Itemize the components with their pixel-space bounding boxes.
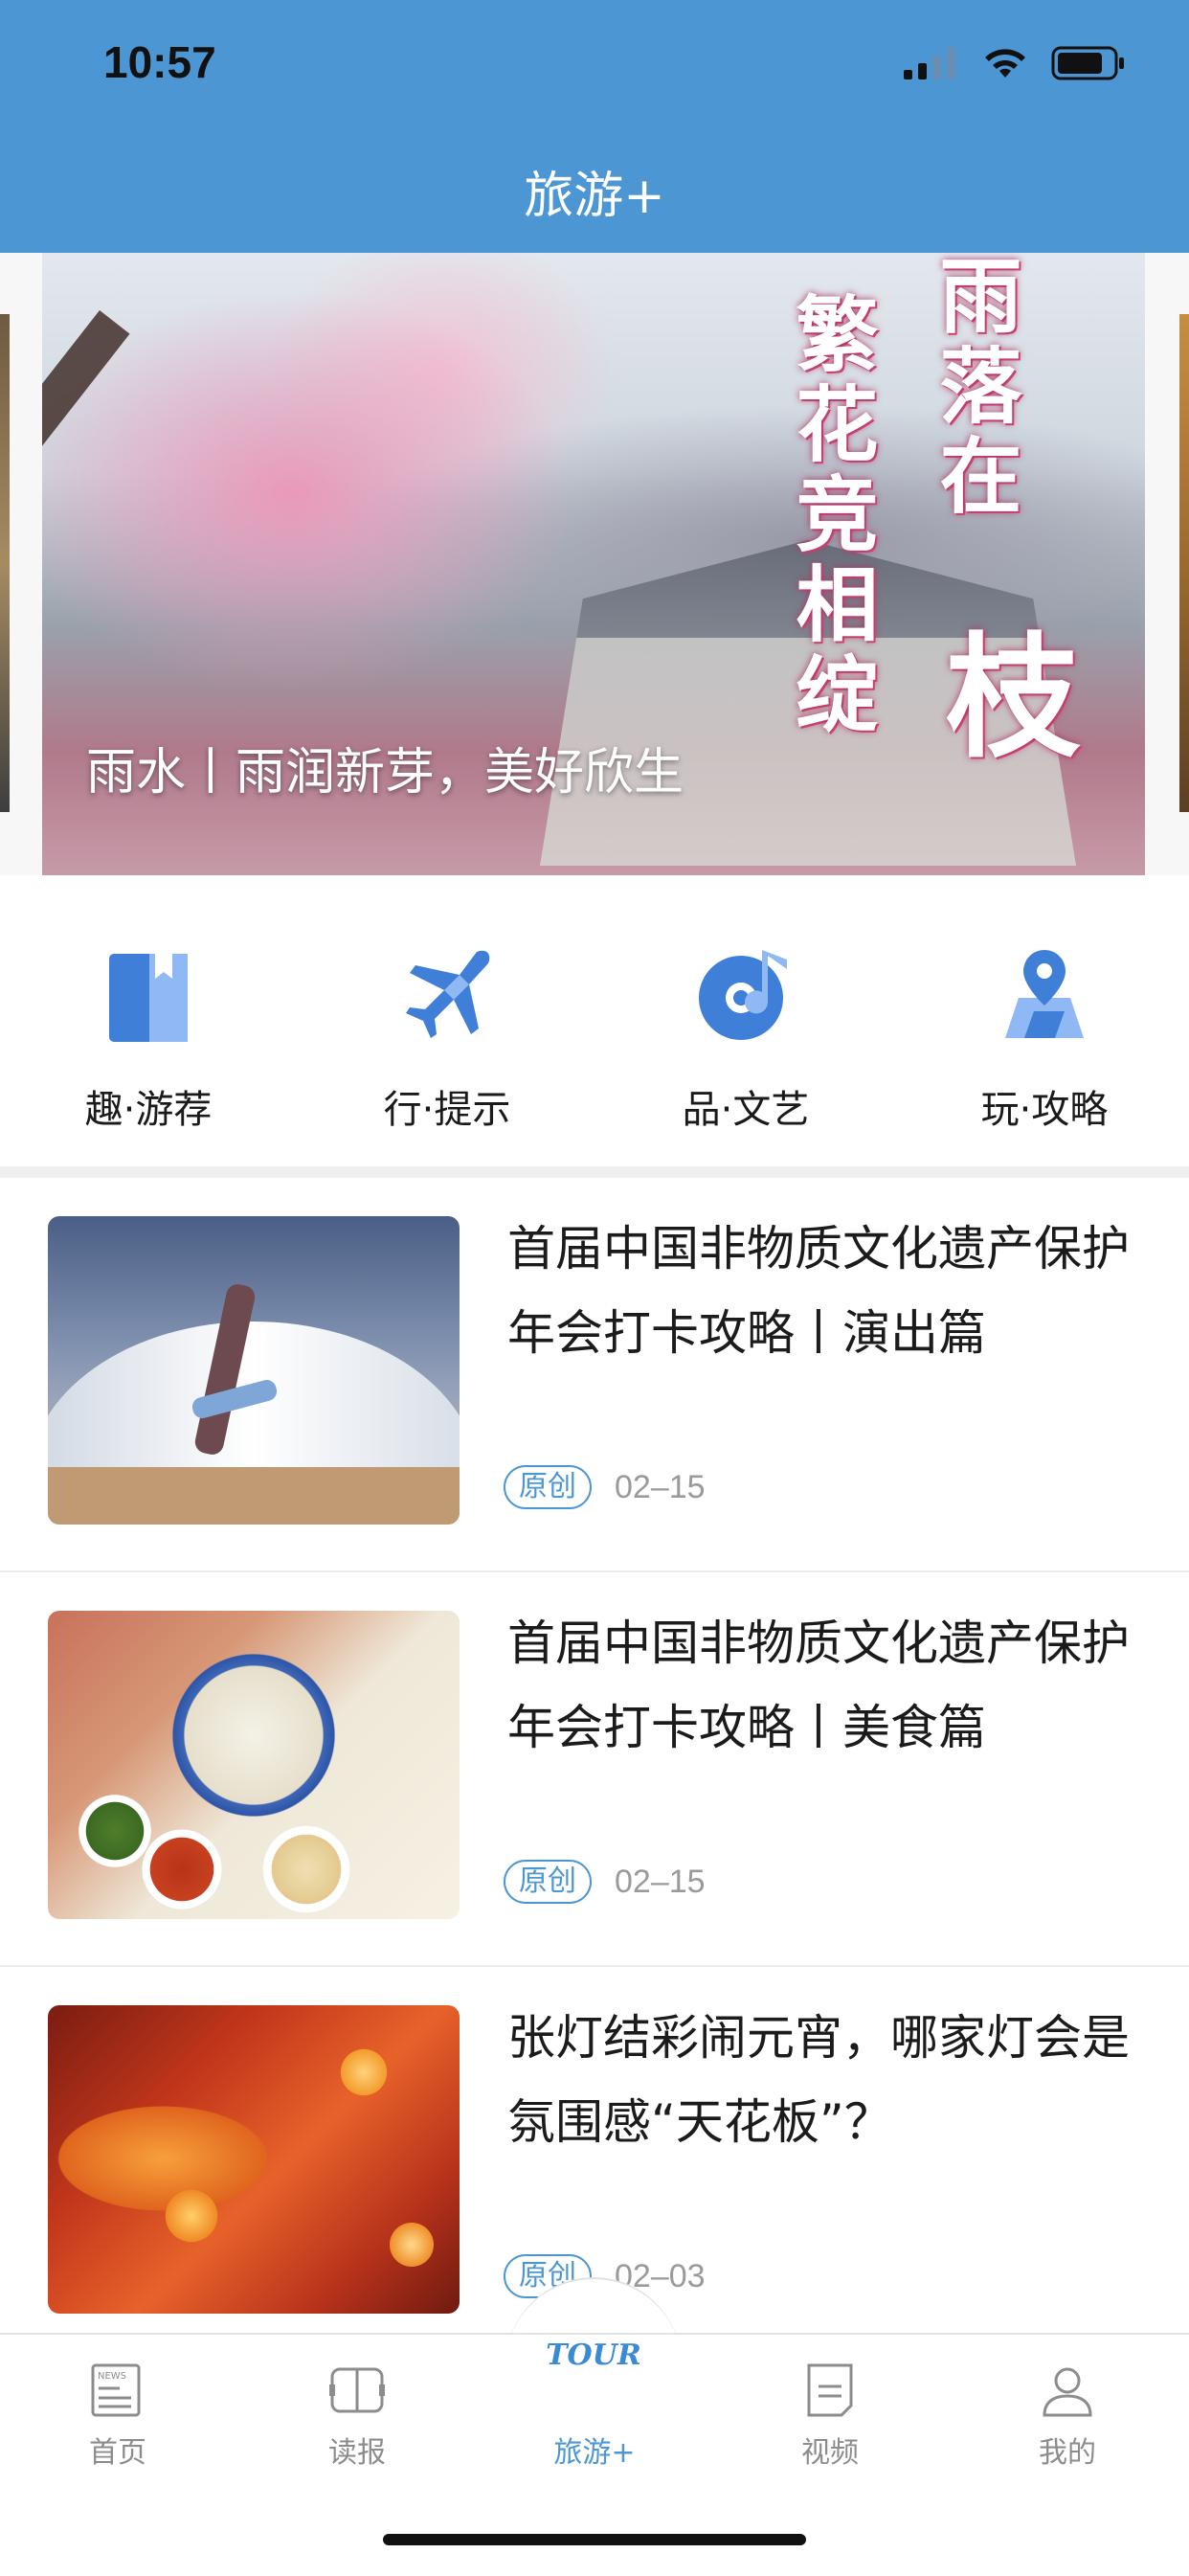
tab-label: 首页 [89,2436,146,2470]
quick-menu-label: 行·提示 [383,1088,511,1132]
article-date: 02–15 [615,1468,706,1505]
banner-peek-prev[interactable] [0,314,10,812]
banner-carousel[interactable]: 繁花竞相绽 雨落在 枝 雨水丨雨润新芽，美好欣生 [0,253,1189,875]
quick-menu-item-recommend[interactable]: 趣·游荐 [29,942,268,1134]
airplane-icon [406,950,490,1038]
quick-menu-item-guide[interactable]: 玩·攻略 [925,942,1164,1134]
music-disc-icon [699,950,787,1040]
banner-overlay-text-1: 繁花竞相绽 [781,291,877,741]
battery-icon [1051,46,1124,80]
newspaper-icon [329,2367,385,2413]
tab-label: 视频 [801,2436,859,2470]
page-title: 旅游+ [524,168,665,225]
article-item[interactable]: 首届中国非物质文化遗产保护年会打卡攻略丨美食篇 原创 02–15 [0,1572,1189,1967]
tab-home[interactable]: NEWS 首页 [46,2360,190,2471]
status-time: 10:57 [103,37,216,87]
tour-logo-icon[interactable]: TOUR [546,2339,641,2372]
banner-peek-next[interactable] [1179,314,1189,812]
app-header: 10:57 旅游+ [0,0,1189,253]
quick-menu-label: 玩·攻略 [980,1088,1109,1132]
quick-menu-label: 趣·游荐 [84,1088,213,1132]
banner-slide[interactable]: 繁花竞相绽 雨落在 枝 雨水丨雨润新芽，美好欣生 [42,253,1145,875]
quick-menu-item-arts[interactable]: 品·文艺 [626,942,865,1134]
tab-profile[interactable]: 我的 [996,2360,1139,2471]
section-divider [0,1166,1189,1178]
user-icon [1043,2367,1092,2417]
tab-newspaper[interactable]: 读报 [285,2360,429,2471]
article-title: 张灯结彩闹元宵，哪家灯会是氛围感“天花板”？ [507,2010,1130,2150]
map-location-icon [1005,950,1084,1038]
banner-overlay-text-2: 雨落在 [925,253,1021,523]
article-meta: 原创 02–15 [504,1860,706,1904]
article-date: 02–15 [615,1863,706,1900]
article-thumbnail [48,1611,460,1919]
article-thumbnail [48,1216,460,1525]
news-icon: NEWS [91,2363,141,2417]
quick-menu-item-tips[interactable]: 行·提示 [327,942,567,1134]
tab-label: 我的 [1039,2436,1096,2470]
article-title: 首届中国非物质文化遗产保护年会打卡攻略丨美食篇 [507,1616,1130,1755]
svg-text:NEWS: NEWS [98,2371,126,2382]
quick-menu: 趣·游荐 行·提示 品·文艺 玩·攻略 [0,875,1189,1166]
article-thumbnail [48,2005,460,2314]
video-doc-icon [807,2363,853,2417]
wifi-icon [985,49,1025,78]
status-icons [904,42,1126,84]
cellular-signal-icon [904,47,955,79]
original-badge: 原创 [504,1465,592,1509]
article-item[interactable]: 首届中国非物质文化遗产保护年会打卡攻略丨演出篇 原创 02–15 [0,1178,1189,1572]
quick-menu-label: 品·文艺 [682,1088,810,1132]
tab-video[interactable]: 视频 [758,2360,902,2471]
banner-overlay-text-3: 枝 [923,626,1079,768]
home-indicator [383,2534,806,2545]
banner-caption: 雨水丨雨润新芽，美好欣生 [86,744,684,802]
tab-tour[interactable]: 旅游+ [523,2360,666,2471]
tab-label: 读报 [328,2436,386,2470]
article-title: 首届中国非物质文化遗产保护年会打卡攻略丨演出篇 [507,1221,1130,1361]
book-icon [109,954,188,1042]
tab-label: 旅游+ [553,2436,636,2470]
original-badge: 原创 [504,1860,592,1904]
article-meta: 原创 02–15 [504,1465,706,1509]
